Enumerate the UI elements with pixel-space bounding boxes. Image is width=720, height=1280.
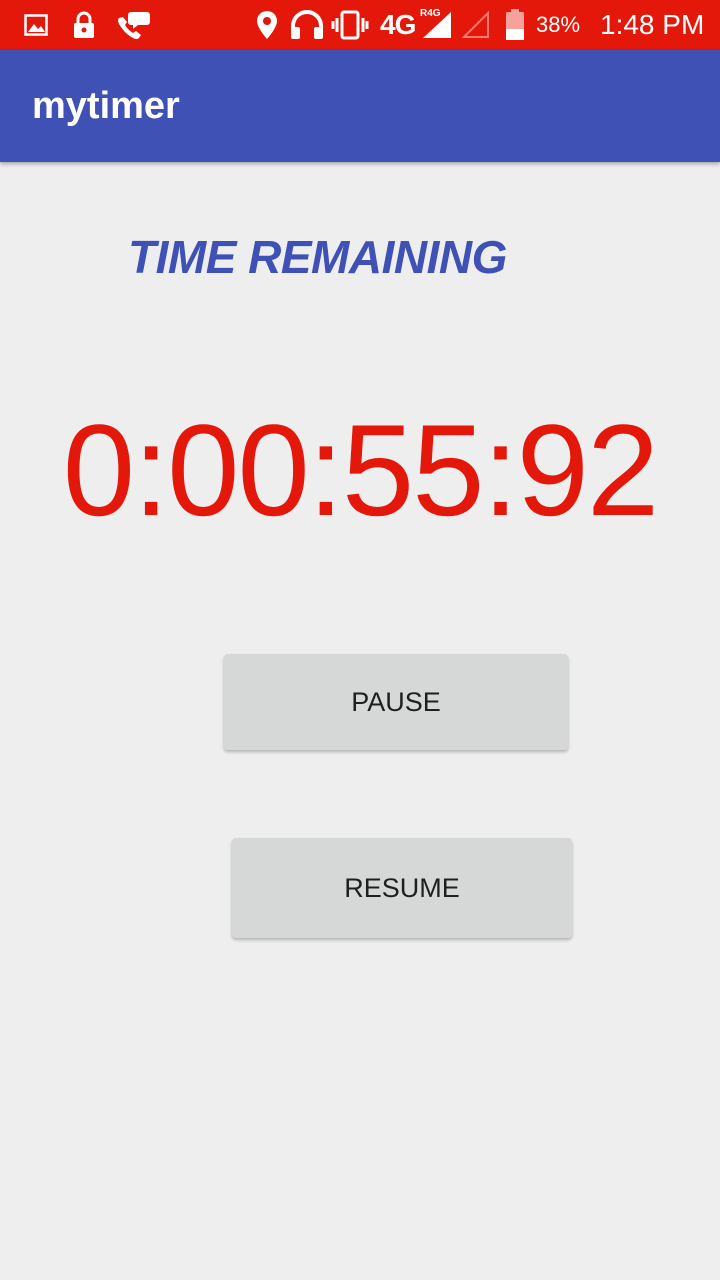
headphones-icon	[288, 0, 326, 50]
time-remaining-heading: TIME REMAINING	[128, 231, 507, 283]
app-bar: mytimer	[0, 50, 720, 162]
battery-percent: 38%	[536, 12, 581, 37]
battery-icon	[502, 0, 528, 50]
image-icon	[22, 0, 50, 50]
resume-button[interactable]: RESUME	[232, 838, 572, 938]
app-title: mytimer	[32, 85, 180, 127]
clock: 1:48 PM	[600, 9, 705, 40]
timer-display: 0:00:55:92	[62, 397, 659, 543]
pause-button[interactable]: PAUSE	[224, 654, 568, 750]
vibrate-icon	[330, 0, 370, 50]
signal-empty-icon	[460, 0, 492, 50]
status-bar: 4G R4G 38% 1:48 PM	[0, 0, 720, 50]
location-icon	[254, 0, 280, 50]
signal-icon	[420, 0, 454, 50]
lock-icon	[70, 0, 98, 50]
call-chat-icon	[114, 0, 152, 50]
network-type-label: 4G	[380, 9, 416, 40]
